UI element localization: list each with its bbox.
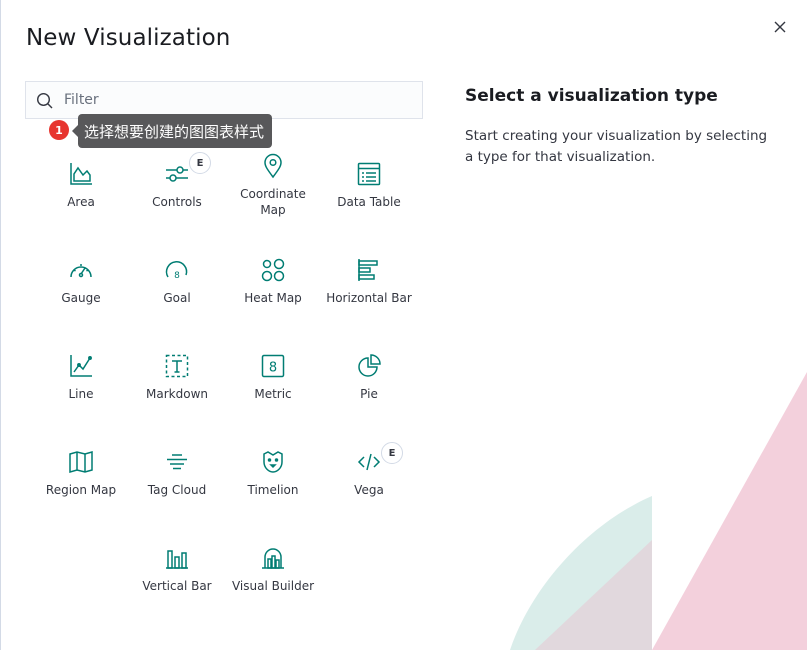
vis-label: Coordinate Map bbox=[240, 187, 306, 217]
code-icon bbox=[355, 448, 383, 476]
vertical-bar-icon bbox=[163, 544, 191, 572]
vis-tile-vertical-bar[interactable]: Vertical Bar bbox=[129, 544, 225, 594]
vis-label: Region Map bbox=[45, 483, 117, 497]
vis-label: Visual Builder bbox=[231, 579, 315, 593]
vis-tile-gauge[interactable]: Gauge bbox=[33, 256, 129, 306]
vis-label: Metric bbox=[254, 387, 292, 401]
area-chart-icon bbox=[67, 160, 95, 188]
modal-border bbox=[0, 0, 1, 650]
vis-tile-region-map[interactable]: Region Map bbox=[33, 448, 129, 498]
svg-text:8: 8 bbox=[174, 271, 180, 281]
metric-icon: 8 bbox=[259, 352, 287, 380]
vis-label: Line bbox=[68, 387, 94, 401]
vis-tile-metric[interactable]: 8 Metric bbox=[225, 352, 321, 402]
annotation-tooltip: 选择想要创建的图图表样式 bbox=[71, 114, 273, 148]
gauge-icon bbox=[67, 256, 95, 284]
close-icon bbox=[774, 21, 786, 33]
vis-label: Area bbox=[67, 195, 95, 209]
vis-label: Timelion bbox=[247, 483, 299, 497]
vis-tile-timelion[interactable]: Timelion bbox=[225, 448, 321, 498]
vis-tile-tag-cloud[interactable]: Tag Cloud bbox=[129, 448, 225, 498]
vis-label: Vega bbox=[354, 483, 384, 497]
vis-tile-data-table[interactable]: Data Table bbox=[321, 160, 417, 210]
visual-builder-icon bbox=[259, 544, 287, 572]
vis-tile-heat-map[interactable]: Heat Map bbox=[225, 256, 321, 306]
vis-label: Vertical Bar bbox=[142, 579, 212, 593]
vis-tile-line[interactable]: Line bbox=[33, 352, 129, 402]
vis-label: Goal bbox=[163, 291, 191, 305]
vis-label: Tag Cloud bbox=[147, 483, 207, 497]
vis-tile-horizontal-bar[interactable]: Horizontal Bar bbox=[321, 256, 417, 306]
tag-cloud-icon bbox=[163, 448, 191, 476]
search-icon bbox=[36, 92, 53, 109]
modal-title: New Visualization bbox=[26, 25, 231, 51]
vis-tile-coordinate-map[interactable]: Coordinate Map bbox=[225, 152, 321, 218]
timelion-icon bbox=[259, 448, 287, 476]
vis-tile-controls[interactable]: Controls bbox=[129, 160, 225, 210]
map-pin-icon bbox=[259, 152, 287, 180]
goal-icon: 8 bbox=[163, 256, 191, 284]
close-button[interactable] bbox=[770, 17, 790, 37]
vis-tile-goal[interactable]: 8 Goal bbox=[129, 256, 225, 306]
vis-label: Markdown bbox=[146, 387, 208, 401]
region-map-icon bbox=[67, 448, 95, 476]
horizontal-bar-icon bbox=[355, 256, 383, 284]
markdown-icon bbox=[163, 352, 191, 380]
pie-chart-icon bbox=[355, 352, 383, 380]
vis-label: Horizontal Bar bbox=[326, 291, 412, 305]
experimental-badge: E bbox=[189, 152, 211, 174]
svg-text:8: 8 bbox=[269, 361, 277, 376]
vis-tile-pie[interactable]: Pie bbox=[321, 352, 417, 402]
vis-tile-visual-builder[interactable]: Visual Builder bbox=[225, 544, 321, 594]
vis-tile-area[interactable]: Area bbox=[33, 160, 129, 210]
experimental-badge: E bbox=[381, 442, 403, 464]
controls-icon bbox=[163, 160, 191, 188]
vis-label: Pie bbox=[360, 387, 378, 401]
description-title: Select a visualization type bbox=[465, 86, 718, 106]
filter-input[interactable] bbox=[64, 82, 414, 118]
vis-label: Heat Map bbox=[244, 291, 302, 305]
line-chart-icon bbox=[67, 352, 95, 380]
heatmap-icon bbox=[259, 256, 287, 284]
vis-tile-markdown[interactable]: Markdown bbox=[129, 352, 225, 402]
vis-label: Data Table bbox=[337, 195, 401, 209]
vis-label: Gauge bbox=[61, 291, 101, 305]
table-icon bbox=[355, 160, 383, 188]
description-text: Start creating your visualization by sel… bbox=[465, 128, 768, 165]
vis-label: Controls bbox=[152, 195, 202, 209]
step-badge: 1 bbox=[49, 120, 69, 140]
